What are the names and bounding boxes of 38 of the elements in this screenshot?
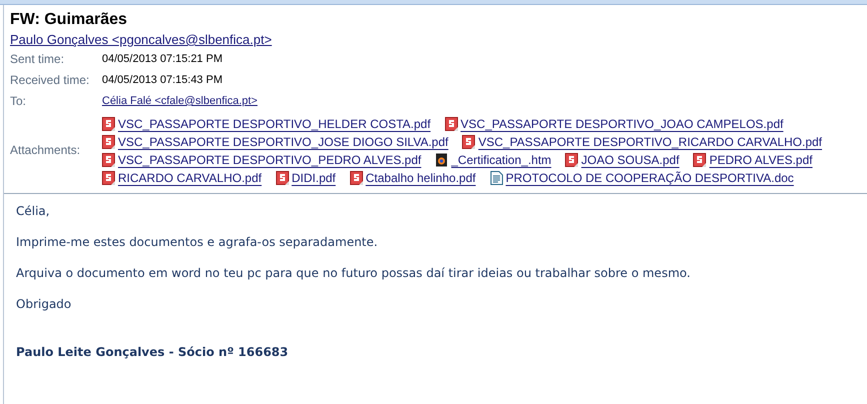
pdf-file-icon — [102, 117, 116, 131]
web-file-icon — [435, 153, 450, 167]
field-label: To: — [10, 93, 28, 110]
field-label: Received time: — [10, 72, 90, 89]
message-paragraph: Obrigado — [16, 297, 72, 311]
attachment-link[interactable]: JOAO SOUSA.pdf — [565, 153, 680, 167]
pdf-file-icon — [102, 153, 116, 167]
pdf-file-icon — [350, 171, 364, 185]
pdf-file-icon — [693, 153, 708, 167]
recipient-link[interactable]: Célia Falé <cfale@slbenfica.pt> — [102, 95, 258, 107]
pdf-file-icon — [102, 135, 116, 149]
pdf-file-icon — [565, 153, 580, 167]
pdf-file-icon — [102, 171, 116, 185]
pdf-file-icon — [444, 117, 459, 131]
message-paragraph: Célia, — [16, 204, 51, 218]
message-paragraph: Arquiva o documento em word no teu pc para que no futuro possas daí tirar ideias ou trabalhar sobre o mesmo. — [16, 266, 692, 280]
attachment-link[interactable]: _Certification_.htm — [435, 153, 552, 167]
attachment-link[interactable]: Ctabalho helinho.pdf — [350, 171, 476, 185]
sender-link[interactable]: Paulo Gonçalves <pgoncalves@slbenfica.pt> — [10, 31, 272, 49]
attachment-link[interactable]: VSC_PASSAPORTE DESPORTIVO_PEDRO ALVES.pdf — [102, 153, 422, 167]
attachment-link[interactable]: RICARDO CARVALHO.pdf — [102, 171, 262, 185]
message-subject: FW: Guimarães — [10, 10, 128, 30]
signature: Paulo Leite Gonçalves - Sócio nº 166683 — [16, 345, 290, 359]
field-value: 04/05/2013 07:15:21 PM — [102, 52, 224, 67]
pdf-file-icon — [462, 135, 476, 149]
attachment-link[interactable]: VSC_PASSAPORTE DESPORTIVO_JOAO CAMPELOS.pdf — [444, 117, 784, 131]
attachment-link[interactable]: VSC_PASSAPORTE DESPORTIVO_HELDER COSTA.pdf — [102, 117, 431, 131]
attachment-link[interactable]: PROTOCOLO DE COOPERAÇÃO DESPORTIVA.doc — [490, 171, 794, 185]
pdf-file-icon — [276, 171, 290, 185]
field-label: Sent time: — [10, 51, 66, 68]
attachment-link[interactable]: VSC_PASSAPORTE DESPORTIVO_JOSE DIOGO SILVA.pdf — [102, 135, 448, 149]
attachment-link[interactable]: PEDRO ALVES.pdf — [693, 153, 812, 167]
document-file-icon — [490, 171, 504, 185]
field-value: 04/05/2013 07:15:43 PM — [102, 73, 224, 88]
attachment-link[interactable]: VSC_PASSAPORTE DESPORTIVO_RICARDO CARVALHO.pdf — [462, 135, 822, 149]
attachment-link[interactable]: DIDI.pdf — [276, 171, 336, 185]
field-label: Attachments: — [10, 142, 82, 158]
message-paragraph: Imprime-me estes documentos e agrafa-os separadamente. — [16, 235, 379, 249]
